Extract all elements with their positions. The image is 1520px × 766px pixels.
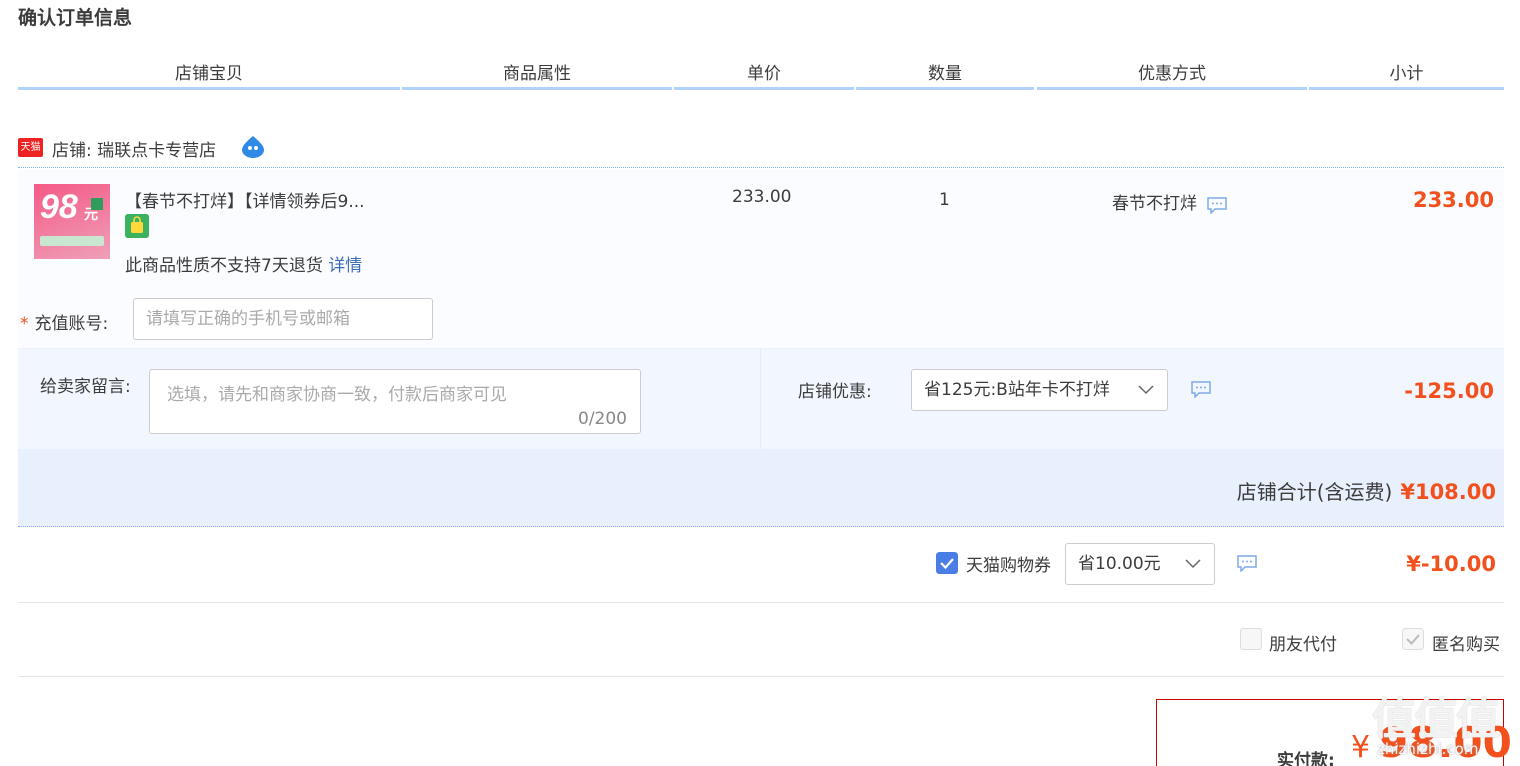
message-placeholder: 选填，请先和商家协商一致，付款后商家可见 [167,385,507,405]
payment-options-row: 朋友代付 匿名购买 [18,603,1504,677]
account-label: * 充值账号: [20,309,108,334]
column-header-attributes: 商品属性 [402,62,672,90]
voucher-checkbox[interactable] [936,552,958,574]
shopping-bag-icon [125,214,149,238]
shop-total-row: 店铺合计(含运费) ¥108.00 [18,449,1504,527]
column-header-discount: 优惠方式 [1037,62,1307,90]
shop-total: 店铺合计(含运费) ¥108.00 [1237,476,1496,505]
shop-name[interactable]: 店铺: 瑞联点卡专营店 [52,136,216,161]
no-return-text: 此商品性质不支持7天退货 [125,256,323,276]
shop-coupon-label: 店铺优惠: [798,382,872,402]
item-subtotal: 233.00 [1412,188,1494,212]
chevron-down-icon [1185,559,1201,569]
voucher-label: 天猫购物券 [966,556,1051,576]
unit-price: 233.00 [732,187,792,207]
shop-row: 天猫 店铺: 瑞联点卡专营店 [18,134,1504,168]
final-payment-label: 实付款: [1277,751,1335,766]
wangwang-chat-icon[interactable] [240,135,266,159]
friend-pay-checkbox[interactable] [1240,628,1262,650]
column-header-unit-price: 单价 [674,62,854,90]
account-input[interactable]: 请填写正确的手机号或邮箱 [133,298,433,340]
details-link[interactable]: 详情 [328,256,362,276]
thumbnail-amount: 98 [40,188,78,226]
shop-coupon-selected: 省125元:B站年卡不打烊 [924,380,1110,400]
tmall-voucher-row: 天猫购物券 省10.00元 ¥-10.00 [18,528,1504,603]
message-icon[interactable] [1206,196,1228,215]
quantity: 1 [939,190,950,210]
shop-total-amount: ¥108.00 [1400,480,1496,504]
account-label-text: 充值账号: [34,314,109,334]
voucher-selected: 省10.00元 [1078,554,1161,574]
promotion-label: 春节不打烊 [1112,194,1197,214]
order-item: 98 元 【春节不打烊】【详情领券后9... 此商品性质不支持7天退货 详情 2… [18,169,1504,349]
product-thumbnail[interactable]: 98 元 [34,184,110,259]
required-mark: * [20,314,29,334]
message-label: 给卖家留言: [40,377,131,397]
message-char-count: 0/200 [578,409,627,429]
voucher-amount: ¥-10.00 [1406,552,1496,576]
message-and-coupon: 给卖家留言: 选填，请先和商家协商一致，付款后商家可见 0/200 店铺优惠: … [18,349,1504,449]
message-icon[interactable] [1190,380,1212,398]
message-section: 给卖家留言: 选填，请先和商家协商一致，付款后商家可见 0/200 [18,349,761,449]
message-textarea[interactable]: 选填，请先和商家协商一致，付款后商家可见 0/200 [149,369,641,434]
chevron-down-icon [1138,385,1154,395]
column-header-quantity: 数量 [856,62,1034,90]
column-header-shop-item: 店铺宝贝 [18,62,400,90]
column-header-subtotal: 小计 [1309,62,1504,90]
product-title[interactable]: 【春节不打烊】【详情领券后9... [125,187,365,212]
thumbnail-banner [40,236,104,246]
thumbnail-badge [91,198,103,210]
watermark-url: zhizhizhi.com [1377,740,1479,758]
shop-coupon-select[interactable]: 省125元:B站年卡不打烊 [911,369,1168,411]
message-icon[interactable] [1236,554,1258,572]
watermark-logo: 值值值 [1372,694,1500,745]
friend-pay-label: 朋友代付 [1269,635,1337,655]
voucher-select[interactable]: 省10.00元 [1065,543,1215,585]
no-return-notice: 此商品性质不支持7天退货 详情 [125,251,362,276]
shop-coupon-amount: -125.00 [1404,379,1494,403]
final-payment-currency: ¥ [1351,730,1371,765]
tmall-logo: 天猫 [18,138,43,157]
anonymous-checkbox[interactable] [1402,628,1424,650]
shop-total-label: 店铺合计(含运费) [1236,480,1393,504]
page-title: 确认订单信息 [18,7,133,29]
anonymous-label: 匿名购买 [1432,635,1500,655]
promotion: 春节不打烊 [1112,189,1228,215]
